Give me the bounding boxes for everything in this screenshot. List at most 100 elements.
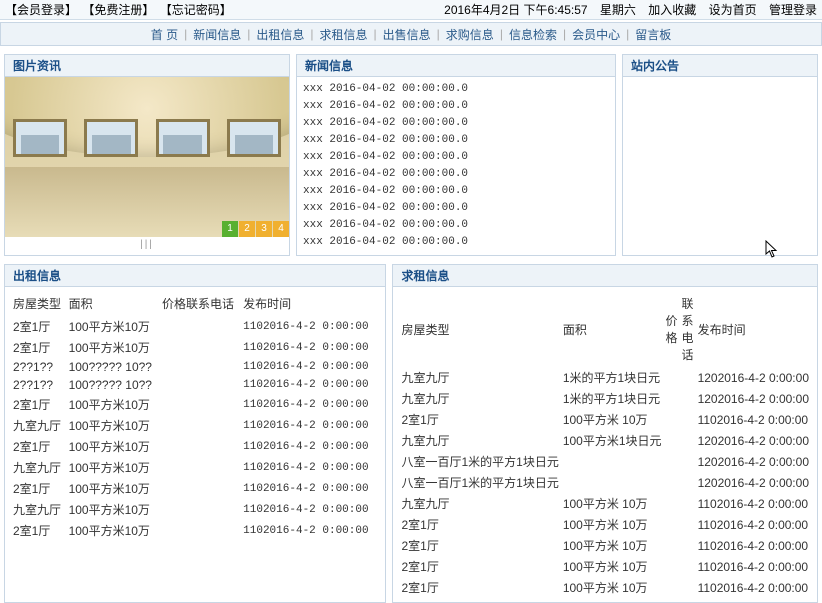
- table-cell: [680, 556, 696, 577]
- date-time-label: 2016年4月2日 下午6:45:57: [444, 3, 587, 17]
- table-row[interactable]: 2室1厅100平方米10万1102016-4-2 0:00:00: [11, 436, 379, 457]
- add-favorite-link[interactable]: 加入收藏: [648, 3, 696, 17]
- table-row[interactable]: 2室1厅100平方米10万1102016-4-2 0:00:00: [11, 520, 379, 541]
- pager-item[interactable]: 2: [239, 221, 255, 237]
- nav-item[interactable]: 出售信息: [383, 26, 431, 43]
- nav-item[interactable]: 求购信息: [446, 26, 494, 43]
- table-cell: 九室九厅: [399, 388, 560, 409]
- table-row[interactable]: 2室1厅100平方米 10万1102016-4-2 0:00:00: [399, 409, 811, 430]
- table-cell: [680, 514, 696, 535]
- table-cell: [160, 337, 241, 358]
- table-cell: 2室1厅: [11, 394, 67, 415]
- table-cell: [160, 376, 241, 394]
- table-cell: 1102016-4-2 0:00:00: [696, 556, 811, 577]
- news-item[interactable]: xxx 2016-04-02 00:00:00.0: [303, 217, 609, 234]
- table-cell: [680, 451, 696, 472]
- table-row[interactable]: 八室一百厅1米的平方1块日元1202016-4-2 0:00:00: [399, 451, 811, 472]
- table-cell: [680, 535, 696, 556]
- table-cell: 100平方米 10万: [561, 409, 664, 430]
- pager-item[interactable]: 1: [222, 221, 238, 237]
- table-cell: 2??1??: [11, 376, 67, 394]
- register-link[interactable]: 【免费注册】: [82, 3, 154, 17]
- table-cell: 1102016-4-2 0:00:00: [241, 376, 379, 394]
- news-panel: 新闻信息 xxx 2016-04-02 00:00:00.0xxx 2016-0…: [296, 54, 616, 256]
- set-homepage-link[interactable]: 设为首页: [709, 3, 757, 17]
- rent-out-table: 房屋类型面积价格联系电话发布时间 2室1厅100平方米10万1102016-4-…: [11, 291, 379, 541]
- table-cell: 100平方米 10万: [561, 493, 664, 514]
- table-cell: [160, 478, 241, 499]
- pager-item[interactable]: 3: [256, 221, 272, 237]
- table-cell: 1202016-4-2 0:00:00: [696, 388, 811, 409]
- news-item[interactable]: xxx 2016-04-02 00:00:00.0: [303, 183, 609, 200]
- table-header: 发布时间: [241, 291, 379, 316]
- table-row[interactable]: 九室九厅1米的平方1块日元1202016-4-2 0:00:00: [399, 367, 811, 388]
- forgot-password-link[interactable]: 【忘记密码】: [160, 3, 232, 17]
- table-row[interactable]: 八室一百厅1米的平方1块日元1202016-4-2 0:00:00: [399, 472, 811, 493]
- table-cell: 100平方米10万: [67, 415, 160, 436]
- table-row[interactable]: 九室九厅100平方米10万1102016-4-2 0:00:00: [11, 415, 379, 436]
- table-row[interactable]: 2室1厅100平方米10万1102016-4-2 0:00:00: [11, 394, 379, 415]
- table-cell: 100平方米10万: [67, 316, 160, 337]
- table-cell: 九室九厅: [399, 493, 560, 514]
- table-row[interactable]: 2室1厅100平方米 10万1102016-4-2 0:00:00: [399, 535, 811, 556]
- nav-item[interactable]: 会员中心: [572, 26, 620, 43]
- nav-item[interactable]: 新闻信息: [193, 26, 241, 43]
- table-cell: [680, 367, 696, 388]
- announcement-panel: 站内公告: [622, 54, 818, 256]
- news-item[interactable]: xxx 2016-04-02 00:00:00.0: [303, 200, 609, 217]
- table-row[interactable]: 2室1厅100平方米 10万1102016-4-2 0:00:00: [399, 577, 811, 598]
- table-cell: 1102016-4-2 0:00:00: [241, 520, 379, 541]
- table-cell: [160, 499, 241, 520]
- table-row[interactable]: 2室1厅100平方米 10万1102016-4-2 0:00:00: [399, 514, 811, 535]
- nav-item[interactable]: 求租信息: [320, 26, 368, 43]
- nav-item[interactable]: 出租信息: [256, 26, 304, 43]
- nav-item[interactable]: 首 页: [151, 26, 178, 43]
- table-row[interactable]: 2??1??100????? 10??1102016-4-2 0:00:00: [11, 376, 379, 394]
- table-cell: 1102016-4-2 0:00:00: [696, 409, 811, 430]
- table-row[interactable]: 九室九厅100平方米 10万1102016-4-2 0:00:00: [399, 493, 811, 514]
- photo-carousel[interactable]: 1234: [5, 77, 289, 237]
- table-row[interactable]: 九室九厅1米的平方1块日元1202016-4-2 0:00:00: [399, 388, 811, 409]
- weekday-label: 星期六: [600, 3, 636, 17]
- top-bar-left: 【会员登录】 【免费注册】 【忘记密码】: [4, 1, 233, 18]
- table-cell: 1202016-4-2 0:00:00: [696, 472, 811, 493]
- table-cell: [664, 493, 680, 514]
- table-row[interactable]: 2室1厅100平方米10万1102016-4-2 0:00:00: [11, 316, 379, 337]
- nav-item[interactable]: 留言板: [635, 26, 671, 43]
- table-cell: 九室九厅: [11, 457, 67, 478]
- table-cell: 1102016-4-2 0:00:00: [241, 337, 379, 358]
- news-item[interactable]: xxx 2016-04-02 00:00:00.0: [303, 98, 609, 115]
- table-row[interactable]: 2室1厅100平方米 10万1102016-4-2 0:00:00: [399, 556, 811, 577]
- table-row[interactable]: 九室九厅100平方米10万1102016-4-2 0:00:00: [11, 499, 379, 520]
- news-item[interactable]: xxx 2016-04-02 00:00:00.0: [303, 234, 609, 251]
- news-item[interactable]: xxx 2016-04-02 00:00:00.0: [303, 149, 609, 166]
- login-link[interactable]: 【会员登录】: [5, 3, 77, 17]
- table-cell: 100平方米10万: [67, 499, 160, 520]
- table-cell: [664, 556, 680, 577]
- table-cell: 八室一百厅1米的平方1块日元: [399, 451, 560, 472]
- table-row[interactable]: 2室1厅100平方米10万1102016-4-2 0:00:00: [11, 478, 379, 499]
- table-cell: [680, 493, 696, 514]
- table-cell: 100平方米10万: [67, 478, 160, 499]
- news-item[interactable]: xxx 2016-04-02 00:00:00.0: [303, 115, 609, 132]
- table-cell: [664, 451, 680, 472]
- table-cell: 2??1??: [11, 358, 67, 376]
- table-cell: [160, 457, 241, 478]
- table-row[interactable]: 2??1??100????? 10??1102016-4-2 0:00:00: [11, 358, 379, 376]
- table-cell: 九室九厅: [11, 499, 67, 520]
- table-row[interactable]: 2室1厅100平方米10万1102016-4-2 0:00:00: [11, 337, 379, 358]
- admin-login-link[interactable]: 管理登录: [769, 3, 817, 17]
- table-cell: 九室九厅: [399, 430, 560, 451]
- news-title: 新闻信息: [297, 55, 615, 77]
- main-nav: 首 页|新闻信息|出租信息|求租信息|出售信息|求购信息|信息检索|会员中心|留…: [0, 22, 822, 46]
- news-item[interactable]: xxx 2016-04-02 00:00:00.0: [303, 81, 609, 98]
- table-cell: 1102016-4-2 0:00:00: [696, 535, 811, 556]
- news-item[interactable]: xxx 2016-04-02 00:00:00.0: [303, 166, 609, 183]
- table-row[interactable]: 九室九厅100平方米10万1102016-4-2 0:00:00: [11, 457, 379, 478]
- table-row[interactable]: 九室九厅100平方米1块日元1202016-4-2 0:00:00: [399, 430, 811, 451]
- news-item[interactable]: xxx 2016-04-02 00:00:00.0: [303, 132, 609, 149]
- table-cell: [680, 577, 696, 598]
- pager-item[interactable]: 4: [273, 221, 289, 237]
- table-cell: 2室1厅: [399, 514, 560, 535]
- nav-item[interactable]: 信息检索: [509, 26, 557, 43]
